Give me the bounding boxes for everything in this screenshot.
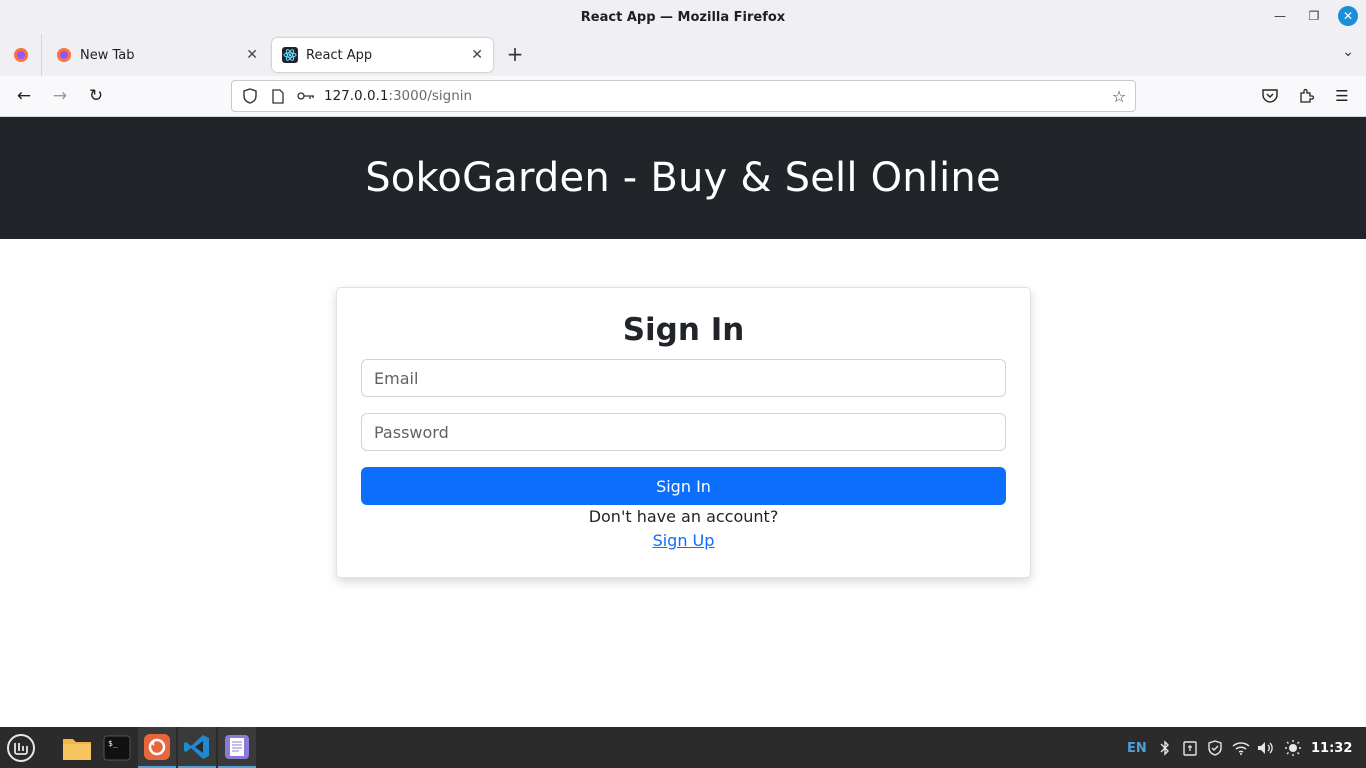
close-tab-icon[interactable]: ✕ (246, 47, 258, 63)
key-icon[interactable] (296, 86, 316, 106)
signin-button[interactable]: Sign In (361, 467, 1006, 505)
firefox-view-button[interactable] (0, 34, 42, 76)
password-field[interactable] (361, 413, 1006, 451)
taskbar-files[interactable] (58, 727, 96, 768)
shield-icon[interactable] (240, 86, 260, 106)
clock[interactable]: 11:32 (1311, 739, 1352, 757)
restore-icon[interactable]: ❐ (1304, 6, 1324, 26)
account-prompt: Don't have an account? (588, 507, 779, 526)
window-titlebar: React App — Mozilla Firefox — ❐ ✕ (0, 0, 1366, 34)
signup-link-container: Sign Up (337, 531, 1030, 550)
navigation-bar: ← → ↻ 127.0.0.1:3000/signin ☆ ☰ (0, 76, 1366, 117)
text-editor-icon (225, 734, 249, 759)
signin-card: Sign In Sign In Don't have an account? S… (336, 287, 1031, 578)
window-title: React App — Mozilla Firefox (580, 9, 786, 25)
taskbar-text-editor[interactable] (218, 727, 256, 768)
url-bar[interactable]: 127.0.0.1:3000/signin ☆ (231, 80, 1136, 112)
wifi-icon[interactable] (1232, 739, 1250, 757)
menu-hamburger-icon[interactable]: ☰ (1330, 84, 1354, 108)
close-tab-icon[interactable]: ✕ (471, 47, 483, 63)
url-host: 127.0.0.1 (324, 88, 389, 104)
pocket-icon[interactable] (1258, 84, 1282, 108)
url-text[interactable]: 127.0.0.1:3000/signin (324, 88, 472, 104)
svg-text:$_: $_ (108, 739, 118, 748)
signup-link[interactable]: Sign Up (653, 531, 715, 550)
firefox-icon (13, 48, 28, 62)
brightness-icon[interactable] (1284, 739, 1302, 757)
keyboard-language[interactable]: EN (1127, 739, 1147, 757)
linux-mint-icon (7, 733, 35, 762)
vscode-icon (184, 734, 209, 759)
reload-icon[interactable]: ↻ (84, 84, 108, 108)
back-arrow-icon[interactable]: ← (12, 84, 36, 108)
forward-arrow-icon[interactable]: → (48, 84, 72, 108)
taskbar-vscode[interactable] (178, 727, 216, 768)
react-icon (282, 47, 298, 63)
tab-bar: New Tab ✕ React App ✕ + ⌄ (0, 34, 1366, 76)
bookmark-star-icon[interactable]: ☆ (1109, 86, 1129, 106)
new-tab-plus-icon[interactable]: + (503, 42, 527, 66)
start-menu-button[interactable] (2, 727, 40, 768)
taskbar-terminal[interactable]: $_ (98, 727, 136, 768)
page-icon[interactable] (268, 86, 288, 106)
update-shield-icon[interactable] (1207, 739, 1223, 757)
email-field[interactable] (361, 359, 1006, 397)
minimize-icon[interactable]: — (1270, 6, 1290, 26)
tab-label: React App (306, 47, 373, 63)
terminal-icon: $_ (103, 735, 131, 760)
extensions-icon[interactable] (1294, 84, 1318, 108)
folder-icon (63, 738, 91, 760)
close-window-icon[interactable]: ✕ (1338, 6, 1358, 26)
signin-heading: Sign In (622, 312, 745, 348)
url-path: :3000/signin (388, 88, 473, 104)
tab-new-tab[interactable]: New Tab ✕ (46, 38, 268, 72)
tab-react-app[interactable]: React App ✕ (272, 38, 493, 72)
firefox-icon (57, 48, 71, 62)
page-content: SokoGarden - Buy & Sell Online Sign In S… (0, 117, 1366, 727)
volume-icon[interactable] (1257, 739, 1275, 757)
clipboard-icon[interactable] (1183, 739, 1197, 757)
taskbar-firefox[interactable] (138, 727, 176, 768)
site-header: SokoGarden - Buy & Sell Online (0, 117, 1366, 239)
bluetooth-icon[interactable] (1160, 739, 1170, 757)
site-title: SokoGarden - Buy & Sell Online (365, 155, 1001, 201)
firefox-icon (144, 733, 170, 760)
taskbar: $_ EN 11:32 (0, 727, 1366, 768)
tab-label: New Tab (80, 47, 135, 63)
chevron-down-icon[interactable]: ⌄ (1342, 44, 1354, 60)
window-controls: — ❐ ✕ (1270, 6, 1358, 26)
